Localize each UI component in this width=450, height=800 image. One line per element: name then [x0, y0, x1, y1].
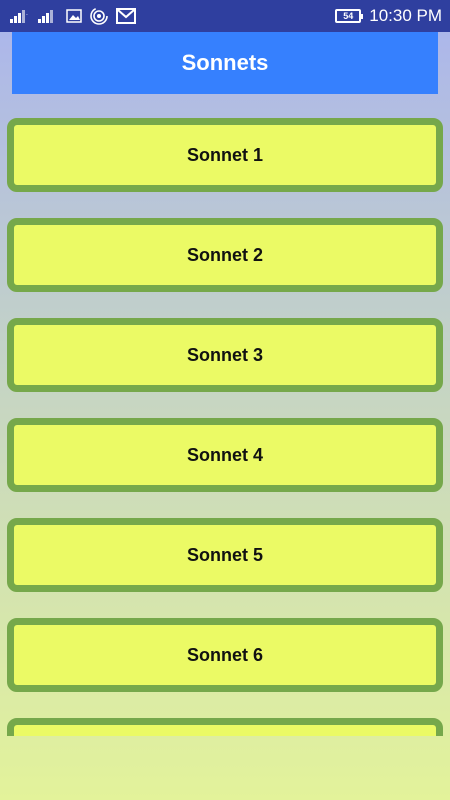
app-bar: Sonnets [12, 32, 438, 94]
clock-time: 10:30 PM [369, 6, 442, 25]
sonnet-2-button[interactable]: Sonnet 2 [7, 218, 443, 292]
sonnet-label: Sonnet 6 [186, 644, 263, 665]
battery-level: 54 [343, 11, 354, 21]
hotspot-icon [90, 7, 108, 25]
sonnet-label: Sonnet 1 [186, 144, 263, 165]
signal-icon: . [10, 9, 30, 23]
gmail-icon [116, 8, 136, 24]
battery-icon: 54 [335, 9, 364, 23]
image-icon [66, 9, 82, 23]
sonnet-6-button[interactable]: Sonnet 6 [7, 618, 443, 692]
sonnet-label: Sonnet 4 [186, 444, 263, 465]
status-bar-left-icons: . [10, 7, 136, 25]
sonnet-7-button[interactable] [7, 718, 443, 736]
sonnet-4-button[interactable]: Sonnet 4 [7, 418, 443, 492]
page-title: Sonnets [181, 50, 269, 75]
status-bar-right: 54 10:30 PM [335, 6, 442, 26]
sonnet-5-button[interactable]: Sonnet 5 [7, 518, 443, 592]
sonnet-1-button[interactable]: Sonnet 1 [7, 118, 443, 192]
sonnet-label: Sonnet 3 [186, 344, 263, 365]
svg-text:.: . [26, 10, 28, 17]
sonnet-label: Sonnet 2 [186, 244, 263, 265]
sonnet-list[interactable]: Sonnet 1 Sonnet 2 Sonnet 3 Sonnet 4 Sonn… [0, 118, 450, 736]
sonnet-label: Sonnet 5 [186, 544, 263, 565]
status-bar: . 54 10:30 PM [0, 0, 450, 32]
sonnet-3-button[interactable]: Sonnet 3 [7, 318, 443, 392]
signal-2-icon [38, 9, 58, 23]
